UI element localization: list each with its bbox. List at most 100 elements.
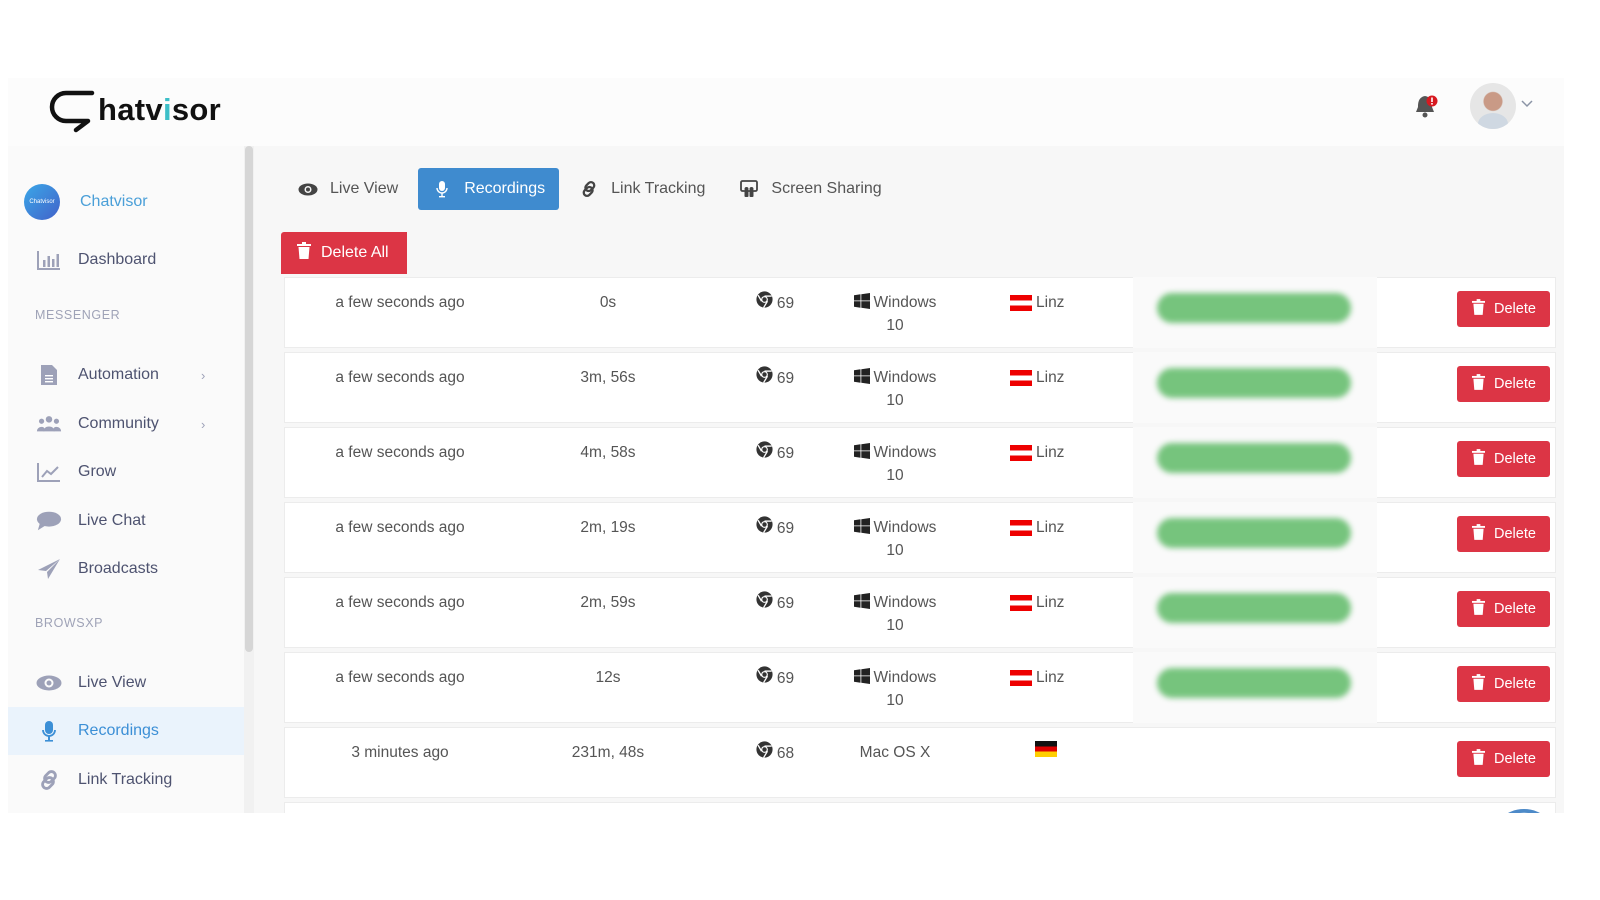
recording-row[interactable]: 5 minutes ago3m, 50s68WindowsLinzDelete (284, 802, 1556, 813)
location-name: Linz (1036, 669, 1065, 686)
user-avatar[interactable] (1470, 83, 1516, 129)
trash-icon (1472, 599, 1485, 619)
tab-link-tracking[interactable]: Link Tracking (565, 168, 719, 210)
flag-at-icon (1010, 369, 1032, 386)
recording-row[interactable]: a few seconds ago 3m, 56s 69 Windows 10 Linz D… (284, 352, 1556, 423)
sidebar-item-live-chat[interactable]: Live Chat (8, 497, 244, 545)
delete-button[interactable]: Delete (1457, 741, 1550, 777)
trash-icon (1472, 374, 1485, 394)
recording-duration: 4m, 58s (580, 444, 636, 461)
recording-row[interactable]: a few seconds ago 4m, 58s 69 Windows 10 Linz D… (284, 427, 1556, 498)
sidebar-item-grow[interactable]: Grow (8, 448, 244, 496)
browser-cell: 69 (745, 591, 805, 615)
recordings-list: a few seconds ago 0s 69 Windows 10 Linz Delete… (284, 277, 1556, 813)
sidebar-scrollbar[interactable] (244, 146, 254, 813)
sidebar-brand[interactable]: Chatvisor Chatvisor (24, 184, 148, 220)
windows-icon (853, 293, 874, 311)
browser-version: 69 (776, 369, 795, 387)
tag-badge (1157, 293, 1351, 323)
sidebar-item-label: Live Chat (78, 512, 146, 529)
trash-icon (1472, 449, 1485, 469)
tab-label: Screen Sharing (771, 180, 882, 197)
location-name: Linz (1036, 444, 1065, 461)
recording-row[interactable]: a few seconds ago 12s 69 Windows 10 Linz Delet… (284, 652, 1556, 723)
recording-time: a few seconds ago (335, 669, 465, 686)
windows-icon (853, 443, 874, 461)
os-version: 10 (886, 692, 904, 709)
flag-de-icon (1035, 741, 1057, 757)
chrome-icon (756, 291, 777, 315)
users-icon (36, 413, 62, 435)
sidebar-item-link-tracking[interactable]: Link Tracking (8, 756, 244, 804)
trash-icon (1472, 524, 1485, 544)
flag-at-icon (1010, 669, 1032, 686)
os-name: Windows (873, 369, 937, 386)
bell-alert-icon[interactable] (1414, 93, 1440, 121)
delete-button[interactable]: Delete (1457, 666, 1550, 702)
paper-plane-icon (36, 558, 62, 580)
windows-icon (853, 518, 874, 536)
recording-row[interactable]: a few seconds ago 2m, 19s 69 Windows 10 Linz D… (284, 502, 1556, 573)
os-version: 10 (886, 317, 904, 334)
os-cell: Windows 10 (840, 666, 950, 712)
recording-time: a few seconds ago (335, 369, 465, 386)
delete-button[interactable]: Delete (1457, 441, 1550, 477)
browser-version: 69 (776, 444, 795, 462)
browser-cell: 69 (745, 666, 805, 690)
os-version: 10 (886, 467, 904, 484)
tab-live-view[interactable]: Live View (284, 168, 412, 210)
browser-version: 69 (776, 519, 795, 537)
os-name: Windows (873, 444, 937, 461)
os-name: Windows (873, 594, 937, 611)
chatvisor-logo[interactable]: hatvisor (46, 86, 221, 134)
location-cell: Linz (1010, 441, 1090, 464)
sidebar-item-community[interactable]: Community › (8, 400, 244, 448)
chrome-icon (756, 666, 777, 690)
brand-name: Chatvisor (80, 193, 148, 210)
screen-share-icon (739, 180, 759, 198)
windows-icon (853, 368, 874, 386)
recording-row[interactable]: a few seconds ago 0s 69 Windows 10 Linz Delete (284, 277, 1556, 348)
delete-button[interactable]: Delete (1457, 366, 1550, 402)
section-messenger: MESSENGER (35, 308, 121, 322)
sidebar-item-recordings[interactable]: Recordings (8, 707, 244, 755)
location-cell: Linz (1010, 516, 1090, 539)
tab-screen-sharing[interactable]: Screen Sharing (725, 168, 895, 210)
sidebar-item-label: Grow (78, 463, 117, 480)
os-version: 10 (886, 542, 904, 559)
delete-label: Delete (1494, 676, 1536, 692)
sidebar-item-label: Dashboard (78, 251, 157, 268)
delete-button[interactable]: Delete (1457, 516, 1550, 552)
tab-label: Recordings (464, 180, 546, 197)
document-icon (36, 364, 62, 386)
delete-label: Delete (1494, 601, 1536, 617)
recording-duration: 2m, 59s (580, 594, 636, 611)
delete-label: Delete (1494, 451, 1536, 467)
link-icon (579, 180, 599, 198)
location-cell: Linz (1010, 291, 1090, 314)
tab-recordings[interactable]: Recordings (418, 168, 560, 210)
delete-all-button[interactable]: Delete All (281, 232, 407, 274)
sidebar-item-broadcasts[interactable]: Broadcasts (8, 545, 244, 593)
sidebar-item-live-view[interactable]: Live View (8, 659, 244, 707)
tag-badge (1157, 368, 1351, 398)
sidebar-item-automation[interactable]: Automation › (8, 351, 244, 399)
recording-row[interactable]: a few seconds ago 2m, 59s 69 Windows 10 Linz D… (284, 577, 1556, 648)
delete-button[interactable]: Delete (1457, 291, 1550, 327)
flag-at-icon (1010, 594, 1032, 611)
sidebar-item-dashboard[interactable]: Dashboard (8, 236, 244, 284)
sidebar-item-label: Recordings (78, 722, 159, 739)
microphone-icon (432, 180, 452, 198)
delete-button[interactable]: Delete (1457, 591, 1550, 627)
browser-version: 68 (776, 744, 795, 762)
app-window: hatvisor Chatvisor Chatvisor Dashboard M… (8, 78, 1564, 813)
os-version: 10 (886, 617, 904, 634)
chevron-down-icon[interactable] (1520, 96, 1534, 110)
browser-cell: 69 (745, 441, 805, 465)
windows-icon (853, 593, 874, 611)
scrollbar-thumb[interactable] (245, 146, 253, 652)
tag-badge (1157, 518, 1351, 548)
sidebar-item-label: Community (78, 415, 159, 432)
recording-row[interactable]: 3 minutes ago 231m, 48s 68 Mac OS X Delete (284, 727, 1556, 798)
chevron-right-icon: › (201, 416, 206, 432)
